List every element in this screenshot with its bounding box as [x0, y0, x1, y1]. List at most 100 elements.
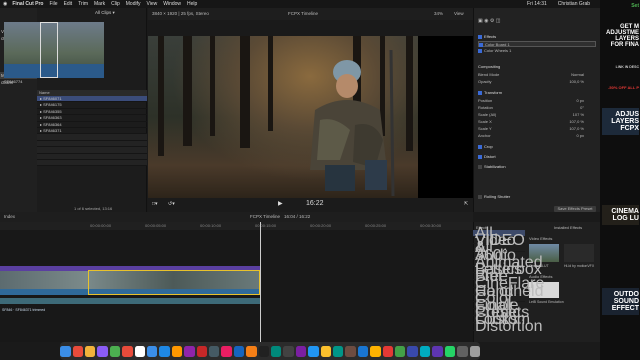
- save-effects-preset-button[interactable]: Save Effects Preset: [554, 206, 596, 212]
- dock-app-icon[interactable]: [283, 345, 294, 357]
- selection-count: 1 of 6 selected, 13:16: [74, 206, 113, 211]
- dock-app-icon[interactable]: [258, 345, 269, 357]
- promo-tile[interactable]: OUTDO SOUND EFFECT: [602, 288, 639, 315]
- menu-view[interactable]: View: [146, 0, 157, 8]
- dock-app-icon[interactable]: [432, 345, 443, 357]
- fullscreen-icon[interactable]: ⇱: [464, 201, 468, 207]
- dock-app-icon[interactable]: [457, 345, 468, 357]
- zoom-dropdown[interactable]: 34%: [434, 8, 443, 20]
- category-item[interactable]: Distortion: [473, 319, 543, 335]
- transform-row[interactable]: Position 0 px: [478, 98, 596, 104]
- transform-row[interactable]: Scale Y 107,0 %: [478, 126, 596, 132]
- dock-app-icon[interactable]: [395, 345, 406, 357]
- inspector-tabs[interactable]: ▣ ◉ ⚙ ◫: [478, 18, 596, 24]
- dock-app-icon[interactable]: [333, 345, 344, 357]
- promo-brand: Set: [631, 3, 639, 9]
- effect-thumbnail[interactable]: [564, 244, 594, 262]
- effect-color-wheels[interactable]: Color Wheels 1: [478, 48, 596, 54]
- audio-clip[interactable]: SF846 · SF846371 trimmed: [0, 298, 260, 312]
- timecode-display[interactable]: 16:22: [306, 200, 324, 207]
- browser-filter[interactable]: All Clips ▾: [37, 8, 146, 18]
- dock: [60, 342, 480, 360]
- blend-mode-value[interactable]: Normal: [571, 72, 584, 78]
- menu-clip[interactable]: Clip: [111, 0, 120, 8]
- dock-app-icon[interactable]: [84, 345, 96, 357]
- dock-app-icon[interactable]: [146, 345, 158, 357]
- blend-mode-row[interactable]: Blend Mode Normal: [478, 72, 596, 78]
- dock-app-icon[interactable]: [72, 345, 83, 357]
- dock-app-icon[interactable]: [370, 345, 381, 357]
- user-name[interactable]: Christian Grab: [558, 0, 590, 8]
- dock-app-icon[interactable]: [469, 345, 480, 357]
- opacity-value[interactable]: 100,0 %: [569, 79, 584, 85]
- tree-trunk: [240, 36, 250, 148]
- playhead[interactable]: [260, 222, 261, 342]
- dock-app-icon[interactable]: [295, 345, 307, 357]
- dock-app-icon[interactable]: [109, 345, 121, 357]
- dock-app-icon[interactable]: [444, 345, 456, 357]
- dock-app-icon[interactable]: [208, 345, 220, 357]
- menu-app[interactable]: Final Cut Pro: [12, 0, 43, 8]
- checkbox[interactable]: [478, 144, 482, 149]
- transform-row[interactable]: Scale X 107,0 %: [478, 119, 596, 125]
- checkbox[interactable]: [478, 154, 482, 159]
- speed-tool-icon[interactable]: ↺▾: [168, 201, 175, 207]
- installed-effects-dropdown[interactable]: Installed Effects: [554, 225, 582, 230]
- effect-color-board[interactable]: Color Board 1: [478, 41, 596, 47]
- timeline-title: FCPX Timeline: [250, 214, 281, 219]
- app-window: ◉ Final Cut Pro File Edit Trim Mark Clip…: [0, 0, 640, 360]
- menu-mark[interactable]: Mark: [94, 0, 105, 8]
- timeline-ruler[interactable]: 00:00:00:00 00:00:05:00 00:00:10:00 00:0…: [0, 222, 473, 230]
- dock-app-icon[interactable]: [271, 345, 282, 357]
- menu-modify[interactable]: Modify: [126, 0, 141, 8]
- dock-app-icon[interactable]: [357, 345, 369, 357]
- checkbox[interactable]: [478, 194, 482, 199]
- dock-app-icon[interactable]: [221, 345, 232, 357]
- index-button[interactable]: Index: [4, 214, 15, 219]
- apple-icon[interactable]: ◉: [3, 0, 7, 8]
- dock-app-icon[interactable]: [345, 345, 356, 357]
- menu-file[interactable]: File: [50, 0, 58, 8]
- dock-app-icon[interactable]: [196, 345, 207, 357]
- dock-app-icon[interactable]: [60, 345, 71, 357]
- dock-app-icon[interactable]: [134, 345, 145, 357]
- dock-app-icon[interactable]: [308, 345, 319, 357]
- promo-discount: -50% OFF ALL P: [608, 85, 639, 90]
- transform-row[interactable]: Scale (All) 107 %: [478, 112, 596, 118]
- clock[interactable]: Fri 14:31: [527, 0, 547, 8]
- promo-tile[interactable]: ADJUS LAYERS FCPX: [602, 108, 639, 135]
- transform-row[interactable]: Rotation 0°: [478, 105, 596, 111]
- promo-tile[interactable]: CINEMA LOG LU: [602, 205, 639, 225]
- menu-trim[interactable]: Trim: [78, 0, 88, 8]
- crop-tool-icon[interactable]: □▾: [152, 201, 158, 207]
- clip-filter-dropdown[interactable]: All Clips: [95, 10, 111, 15]
- dock-app-icon[interactable]: [122, 345, 133, 357]
- view-dropdown[interactable]: View: [454, 8, 464, 20]
- checkbox[interactable]: [478, 48, 482, 53]
- menu-window[interactable]: Window: [163, 0, 181, 8]
- checkbox[interactable]: [478, 34, 482, 39]
- dock-app-icon[interactable]: [97, 345, 108, 357]
- tree-trunk: [268, 36, 273, 131]
- ruler-tick: 00:00:00:00: [90, 223, 112, 228]
- play-button[interactable]: ▶: [278, 200, 283, 207]
- transform-row[interactable]: Anchor 0 px: [478, 133, 596, 139]
- checkbox[interactable]: [479, 42, 483, 47]
- dock-app-icon[interactable]: [171, 345, 183, 357]
- dock-app-icon[interactable]: [419, 345, 431, 357]
- dock-app-icon[interactable]: [407, 345, 418, 357]
- checkbox[interactable]: [478, 164, 482, 169]
- dock-app-icon[interactable]: [382, 345, 394, 357]
- menu-edit[interactable]: Edit: [64, 0, 73, 8]
- dock-app-icon[interactable]: [184, 345, 195, 357]
- selected-clip-outline[interactable]: [88, 270, 260, 295]
- dock-app-icon[interactable]: [233, 345, 245, 357]
- dock-app-icon[interactable]: [159, 345, 170, 357]
- dock-app-icon[interactable]: [246, 345, 257, 357]
- checkbox[interactable]: [478, 90, 482, 95]
- range-selection[interactable]: [40, 22, 58, 78]
- dock-app-icon[interactable]: [320, 345, 332, 357]
- opacity-row[interactable]: Opacity 100,0 %: [478, 79, 596, 85]
- promo-headline: GET M ADJUSTME LAYERS FOR FINA: [605, 24, 639, 48]
- menu-help[interactable]: Help: [187, 0, 197, 8]
